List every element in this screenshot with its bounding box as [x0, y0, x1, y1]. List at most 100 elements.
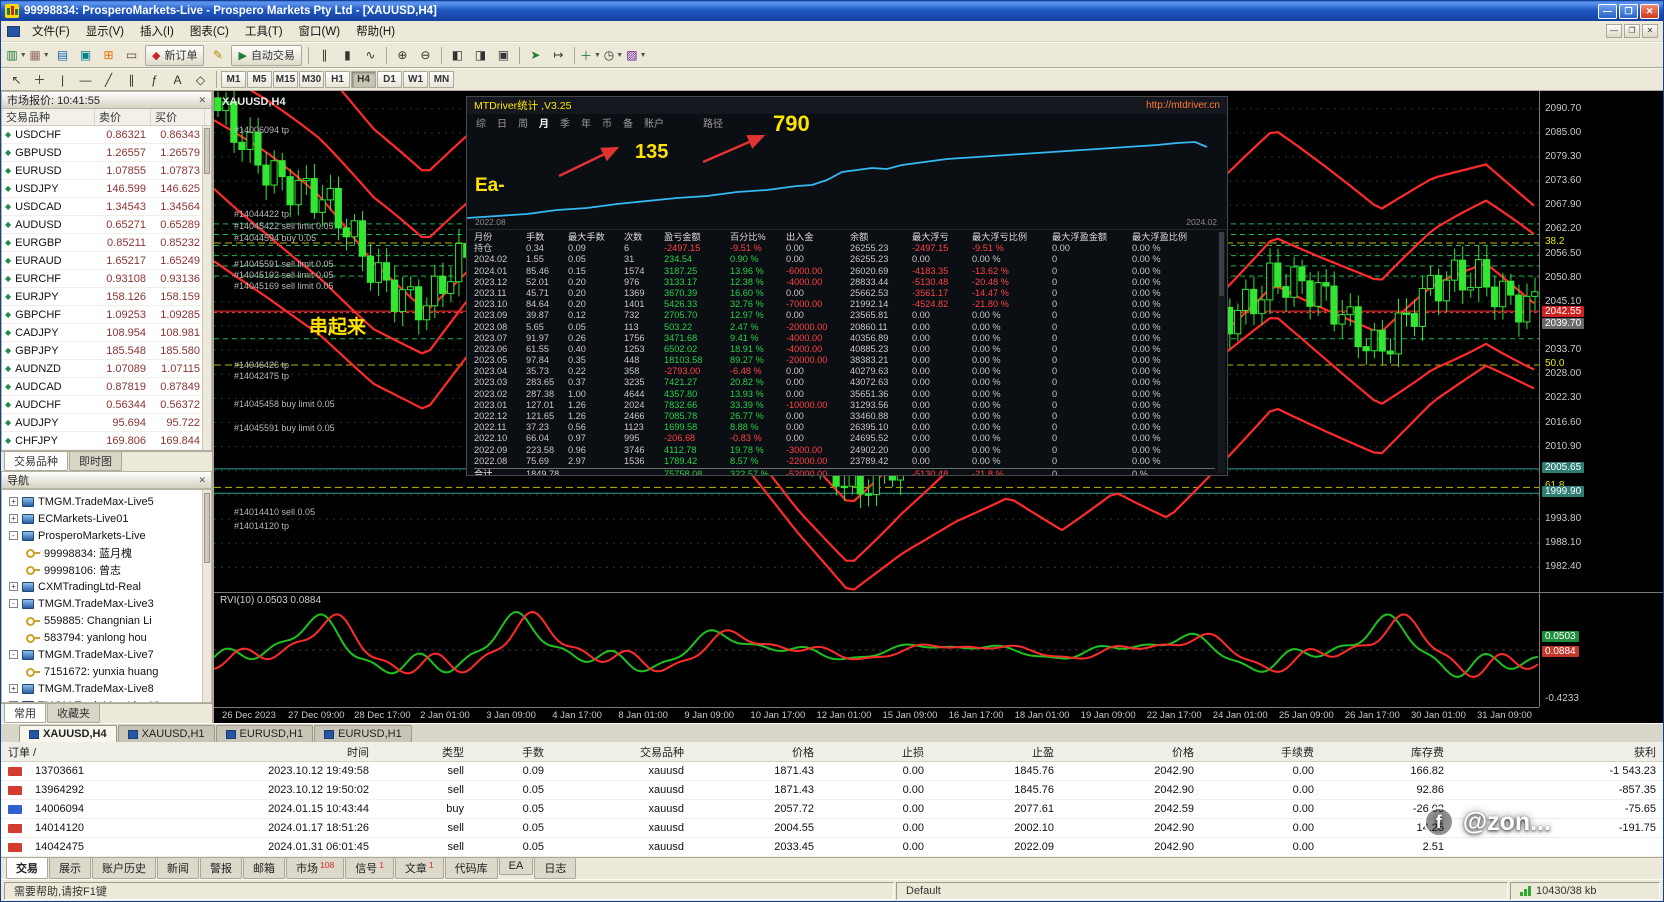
orders-column-8[interactable]: 价格	[1061, 744, 1201, 760]
terminal-tab-账户历史[interactable]: 账户历史	[92, 858, 156, 879]
terminal-tab-新闻[interactable]: 新闻	[157, 858, 199, 879]
chart-tab-XAUUSD-H1[interactable]: XAUUSD,H1	[117, 725, 215, 742]
text-tool[interactable]: A	[166, 69, 189, 90]
mtdriver-tab-备[interactable]: 备	[623, 115, 633, 130]
orders-column-5[interactable]: 价格	[691, 744, 821, 760]
terminal-tab-市场[interactable]: 市场 108	[286, 858, 345, 879]
auto-scroll-button[interactable]: ➤	[524, 45, 547, 66]
profiles-button[interactable]: ▦ ▼	[28, 45, 51, 66]
mtdriver-tab-币[interactable]: 币	[602, 115, 612, 130]
expand-toggle-icon[interactable]: +	[9, 701, 18, 702]
market-watch-row[interactable]: ◆ AUDCHF 0.56344 0.56372	[2, 396, 211, 414]
terminal-tab-EA[interactable]: EA	[498, 858, 534, 875]
mtdriver-tab-年[interactable]: 年	[581, 115, 591, 130]
timeframe-m30-button[interactable]: M30	[299, 71, 324, 88]
vline-tool[interactable]: |	[51, 69, 74, 90]
market-watch-row[interactable]: ◆ AUDCAD 0.87819 0.87849	[2, 378, 211, 396]
timeframe-w1-button[interactable]: W1	[403, 71, 428, 88]
navigator-item[interactable]: - ProsperoMarkets-Live	[2, 527, 211, 544]
market-watch-row[interactable]: ◆ AUDNZD 1.07089 1.07115	[2, 360, 211, 378]
periods-button[interactable]: ◷ ▼	[602, 45, 625, 66]
child-close-button[interactable]: ✕	[1642, 24, 1658, 38]
market-watch-row[interactable]: ◆ USDCHF 0.86321 0.86343	[2, 126, 211, 144]
market-watch-row[interactable]: ◆ USDCAD 1.34543 1.34564	[2, 198, 211, 216]
expand-toggle-icon[interactable]: +	[9, 684, 18, 693]
indicators-button[interactable]: ＋ ▼	[579, 45, 602, 66]
menu-item-4[interactable]: 工具(T)	[237, 21, 291, 41]
menu-item-2[interactable]: 插入(I)	[132, 21, 182, 41]
menu-item-6[interactable]: 帮助(H)	[348, 21, 403, 41]
market-watch-scrollbar[interactable]	[202, 126, 211, 450]
cascade-windows-button[interactable]: ▣	[492, 45, 515, 66]
tile-horizontal-button[interactable]: ◧	[446, 45, 469, 66]
orders-column-10[interactable]: 库存费	[1321, 744, 1451, 760]
orders-column-3[interactable]: 手数	[471, 744, 551, 760]
close-button[interactable]: ✕	[1640, 3, 1659, 19]
expand-toggle-icon[interactable]: -	[9, 650, 18, 659]
timeframe-mn-button[interactable]: MN	[429, 71, 454, 88]
candle-chart-button[interactable]: ▮	[336, 45, 359, 66]
orders-column-4[interactable]: 交易品种	[551, 744, 691, 760]
market-watch-row[interactable]: ◆ GBPUSD 1.26557 1.26579	[2, 144, 211, 162]
market-watch-row[interactable]: ◆ GBPCHF 1.09253 1.09285	[2, 306, 211, 324]
zoom-in-button[interactable]: ⊕	[391, 45, 414, 66]
terminal-toggle[interactable]: ▭	[120, 45, 143, 66]
menu-item-3[interactable]: 图表(C)	[182, 21, 237, 41]
navigator-item[interactable]: + ECMarkets-Live01	[2, 510, 211, 527]
chart-tab-EURUSD-H1[interactable]: EURUSD,H1	[314, 725, 412, 742]
menu-item-0[interactable]: 文件(F)	[24, 21, 78, 41]
market-watch-row[interactable]: ◆ EURGBP 0.85211 0.85232	[2, 234, 211, 252]
orders-column-0[interactable]: 订单 /	[1, 744, 151, 760]
terminal-tab-交易[interactable]: 交易	[6, 858, 48, 879]
navigator-item[interactable]: + TMGM.TradeMax-Live8	[2, 680, 211, 697]
market-watch-row[interactable]: ◆ EURUSD 1.07855 1.07873	[2, 162, 211, 180]
market-watch-row[interactable]: ◆ CADJPY 108.954 108.981	[2, 324, 211, 342]
timeframe-h1-button[interactable]: H1	[325, 71, 350, 88]
minimize-button[interactable]: —	[1598, 3, 1617, 19]
new-chart-button[interactable]: ▥ ▼	[5, 45, 28, 66]
navigator-item[interactable]: 99998106: 曾志	[2, 561, 211, 578]
terminal-tab-展示[interactable]: 展示	[49, 858, 91, 879]
maximize-button[interactable]: ❐	[1619, 3, 1638, 19]
terminal-tab-警报[interactable]: 警报	[200, 858, 242, 879]
menu-item-5[interactable]: 窗口(W)	[291, 21, 349, 41]
navigator-item[interactable]: 99998834: 蓝月槐	[2, 544, 211, 561]
status-profile[interactable]: Default	[896, 881, 1508, 900]
mtdriver-url-link[interactable]: http://mtdriver.cn	[1146, 100, 1220, 111]
order-row[interactable]: 14006094 2024.01.15 10:43:44 buy 0.05 xauusd…	[1, 800, 1663, 819]
chart-tab-EURUSD-H1[interactable]: EURUSD,H1	[215, 725, 314, 742]
hline-tool[interactable]: —	[74, 69, 97, 90]
rvi-canvas[interactable]: RVI(10) 0.0503 0.0884	[214, 593, 1539, 707]
data-window-toggle[interactable]: ▣	[74, 45, 97, 66]
mtdriver-tab-综[interactable]: 综	[476, 115, 486, 130]
orders-column-7[interactable]: 止盈	[931, 744, 1061, 760]
terminal-tab-邮箱[interactable]: 邮箱	[243, 858, 285, 879]
bar-chart-button[interactable]: ∥	[313, 45, 336, 66]
menu-item-1[interactable]: 显示(V)	[78, 21, 132, 41]
zoom-out-button[interactable]: ⊖	[414, 45, 437, 66]
market-watch-row[interactable]: ◆ GBPJPY 185.548 185.580	[2, 342, 211, 360]
order-row[interactable]: 14014120 2024.01.17 18:51:26 sell 0.05 xauus…	[1, 819, 1663, 838]
shapes-tool[interactable]: ◇	[189, 69, 212, 90]
market-watch-row[interactable]: ◆ EURAUD 1.65217 1.65249	[2, 252, 211, 270]
market-watch-row[interactable]: ◆ AUDJPY 95.694 95.722	[2, 414, 211, 432]
crosshair-tool[interactable]: ＋	[28, 69, 51, 90]
expand-toggle-icon[interactable]: -	[9, 599, 18, 608]
timeframe-h4-button[interactable]: H4	[351, 71, 376, 88]
timeframe-d1-button[interactable]: D1	[377, 71, 402, 88]
child-restore-button[interactable]: ❐	[1624, 24, 1640, 38]
terminal-tab-代码库[interactable]: 代码库	[444, 858, 498, 879]
navigator-tab-收藏夹[interactable]: 收藏夹	[47, 704, 100, 723]
expand-toggle-icon[interactable]: -	[9, 531, 18, 540]
chart-shift-button[interactable]: ↦	[547, 45, 570, 66]
tile-vertical-button[interactable]: ◨	[469, 45, 492, 66]
navigator-item[interactable]: 559885: Changnian Li	[2, 612, 211, 629]
market-watch-row[interactable]: ◆ AUDUSD 0.65271 0.65289	[2, 216, 211, 234]
child-minimize-button[interactable]: —	[1606, 24, 1622, 38]
orders-column-9[interactable]: 手续费	[1201, 744, 1321, 760]
trendline-tool[interactable]: ╱	[97, 69, 120, 90]
fibonacci-tool[interactable]: ƒ	[143, 69, 166, 90]
terminal-tab-信号[interactable]: 信号 1	[345, 858, 394, 879]
market-watch-row[interactable]: ◆ CHFJPY 169.806 169.844	[2, 432, 211, 450]
rvi-price-axis[interactable]: 0.0503 0.0884 -0.4233	[1539, 593, 1663, 707]
